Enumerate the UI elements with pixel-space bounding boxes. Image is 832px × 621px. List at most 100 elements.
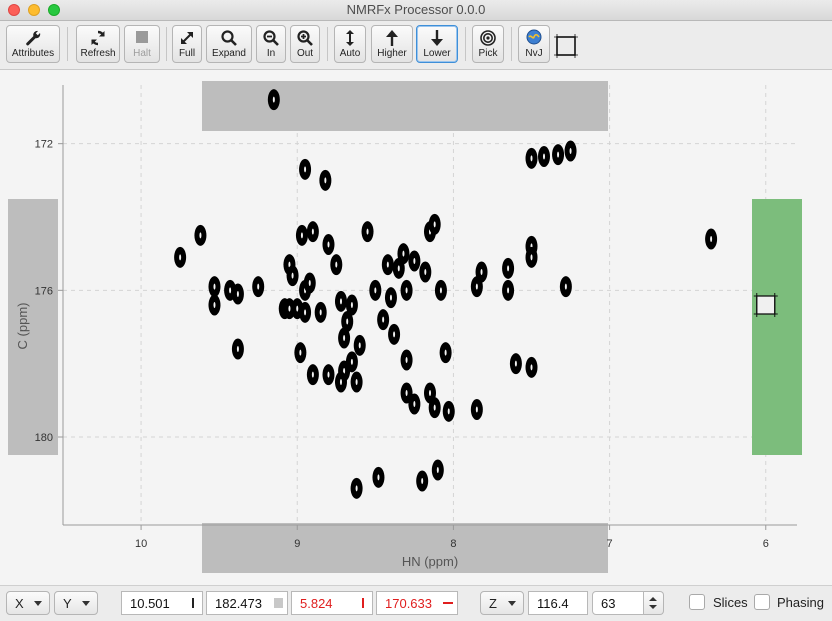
plane-field[interactable]: 63: [592, 591, 644, 615]
x-dimension-select[interactable]: X: [6, 591, 50, 615]
z-ppm-field[interactable]: 116.4: [528, 591, 588, 615]
peak-contour[interactable]: [428, 397, 441, 419]
peak-contour[interactable]: [377, 309, 390, 331]
peak-inner-contour: [439, 287, 442, 294]
peak-contour[interactable]: [319, 169, 332, 191]
y-delta-field[interactable]: 170.633: [376, 591, 458, 615]
peak-inner-contour: [350, 358, 353, 365]
higher-button[interactable]: Higher: [371, 25, 413, 63]
peak-contour[interactable]: [361, 221, 374, 243]
status-bar: X Y 10.501 182.473 5.824 170.633 Z 116.4…: [0, 585, 832, 621]
peak-contour[interactable]: [330, 254, 343, 276]
peak-contour[interactable]: [431, 459, 444, 481]
y-dimension-select[interactable]: Y: [54, 591, 98, 615]
phasing-checkbox[interactable]: [754, 594, 770, 610]
zoom-out-button[interactable]: Out: [290, 25, 320, 63]
peak-contour[interactable]: [295, 224, 308, 246]
peak-contour[interactable]: [470, 399, 483, 420]
peak-contour[interactable]: [439, 342, 452, 364]
peak-contour[interactable]: [442, 400, 455, 422]
peak-contour[interactable]: [400, 279, 413, 301]
peak-contour[interactable]: [322, 364, 335, 386]
peak-contour[interactable]: [299, 301, 312, 323]
plane-stepper[interactable]: [644, 591, 664, 615]
z-dimension-value: Z: [489, 596, 497, 611]
peak-contour[interactable]: [306, 364, 319, 386]
peak-contour[interactable]: [194, 224, 207, 246]
peak-contour[interactable]: [538, 146, 551, 167]
peak-inner-contour: [543, 153, 546, 160]
peak-contour[interactable]: [286, 265, 299, 287]
peak-contour[interactable]: [303, 272, 316, 294]
peak-contour[interactable]: [400, 349, 413, 371]
peak-contour[interactable]: [338, 327, 351, 349]
peak-contour[interactable]: [502, 279, 515, 301]
peak-contour[interactable]: [705, 228, 718, 250]
peak-contour[interactable]: [267, 89, 280, 111]
refresh-button[interactable]: Refresh: [76, 25, 120, 63]
peak-contour[interactable]: [231, 283, 244, 305]
peak-contour[interactable]: [252, 276, 265, 298]
y-position-field[interactable]: 182.473: [206, 591, 288, 615]
peak-contour[interactable]: [353, 334, 366, 356]
auto-button[interactable]: Auto: [334, 25, 366, 63]
peak-contour[interactable]: [564, 140, 577, 162]
peak-contour[interactable]: [502, 257, 515, 279]
pick-button[interactable]: Pick: [472, 25, 504, 63]
peak-contour[interactable]: [350, 477, 363, 499]
peak-contour[interactable]: [372, 466, 385, 488]
peak-contour[interactable]: [208, 294, 221, 316]
peak-contour[interactable]: [509, 353, 522, 375]
peak-contour[interactable]: [381, 254, 394, 276]
peak-contour[interactable]: [369, 279, 382, 301]
peak-contour[interactable]: [384, 287, 397, 309]
peak-contour[interactable]: [408, 250, 421, 272]
peak-contour[interactable]: [392, 257, 405, 279]
peak-contour[interactable]: [408, 393, 421, 415]
lower-button[interactable]: Lower: [416, 25, 458, 63]
zoom-in-button[interactable]: In: [256, 25, 286, 63]
peak-contour[interactable]: [334, 371, 347, 393]
peak-contour[interactable]: [174, 246, 187, 268]
peak-contour[interactable]: [208, 276, 221, 298]
peak-contour[interactable]: [428, 213, 441, 235]
nvj-button[interactable]: NvJ: [518, 25, 550, 63]
spectrum-plot[interactable]: 10 9 8 7 6 172 176 180 HN (ppm) C (ppm): [0, 70, 832, 585]
expand-button[interactable]: Expand: [206, 25, 252, 63]
x-delta-field[interactable]: 5.824: [291, 591, 373, 615]
horizontal-cursor-icon: [274, 598, 283, 608]
arrow-down-icon: [431, 30, 443, 46]
peak-contour[interactable]: [314, 301, 327, 323]
peak-contour[interactable]: [345, 351, 358, 373]
peak-contour[interactable]: [434, 279, 447, 301]
phasing-label: Phasing: [777, 595, 824, 610]
attributes-button[interactable]: Attributes: [6, 25, 60, 63]
halt-button[interactable]: Halt: [124, 25, 160, 63]
peak-contour[interactable]: [388, 323, 401, 345]
peak-contour[interactable]: [231, 338, 244, 360]
peak-contour[interactable]: [419, 261, 432, 283]
full-button[interactable]: Full: [172, 25, 202, 63]
peak-contour[interactable]: [350, 371, 363, 393]
peak-contour[interactable]: [525, 246, 538, 268]
peak-contour[interactable]: [416, 470, 429, 492]
x-position-field[interactable]: 10.501: [121, 591, 203, 615]
peak-inner-contour: [335, 261, 338, 268]
peak-contour[interactable]: [475, 261, 488, 283]
peak-contour[interactable]: [525, 147, 538, 169]
peak-contour[interactable]: [299, 158, 312, 180]
peak-contour[interactable]: [559, 276, 572, 298]
peak-contour[interactable]: [306, 221, 319, 243]
peak-contour[interactable]: [294, 342, 307, 364]
crosshair-cursor-icon[interactable]: [554, 34, 578, 58]
peak-inner-contour: [413, 401, 416, 407]
peak-inner-contour: [257, 283, 260, 290]
peak-contour[interactable]: [334, 290, 347, 312]
slices-checkbox[interactable]: [689, 594, 705, 610]
peak-contour[interactable]: [552, 144, 565, 166]
z-dimension-select[interactable]: Z: [480, 591, 524, 615]
peak-contour[interactable]: [322, 234, 335, 255]
spectrum-canvas[interactable]: 10 9 8 7 6 172 176 180 HN (ppm) C (ppm): [0, 70, 832, 585]
peak-contour[interactable]: [525, 356, 538, 378]
peak-inner-contour: [447, 408, 450, 415]
